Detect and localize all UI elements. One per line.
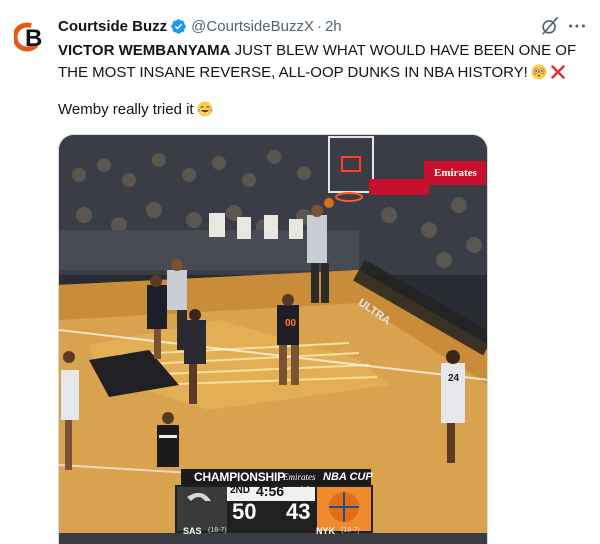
scorebug-shot-clock: :19 bbox=[296, 485, 312, 497]
verified-badge-icon[interactable] bbox=[170, 18, 187, 35]
tweet-text-bold: VICTOR WEMBANYAMA bbox=[58, 42, 231, 59]
cross-mark-icon bbox=[550, 64, 566, 80]
separator-dot: · bbox=[316, 17, 322, 35]
tweet-text-rest: JUST BLEW WHAT WOULD HAVE BEEN ONE OF bbox=[230, 42, 577, 59]
timestamp[interactable]: 2h bbox=[325, 18, 342, 35]
tweet-text-line-2: THE MOST INSANE REVERSE, ALL-OOP DUNKS I… bbox=[58, 62, 588, 84]
jersey-number-00: 00 bbox=[285, 318, 297, 329]
avatar[interactable]: B bbox=[14, 20, 48, 54]
scorebug-sponsor: Emirates bbox=[283, 472, 316, 482]
tweet-text-line-1: VICTOR WEMBANYAMA JUST BLEW WHAT WOULD H… bbox=[58, 40, 588, 62]
tears-of-joy-icon bbox=[197, 101, 213, 117]
tweet: B Courtside Buzz @CourtsideBuzzX · 2h VI… bbox=[0, 0, 600, 544]
tweet-header: Courtside Buzz @CourtsideBuzzX · 2h bbox=[58, 15, 342, 37]
jersey-number-24: 24 bbox=[448, 373, 460, 384]
scorebug-team-nyk: NYK bbox=[316, 526, 336, 536]
tweet-text-line-2-body: THE MOST INSANE REVERSE, ALL-OOP DUNKS I… bbox=[58, 64, 528, 81]
tweet-text: VICTOR WEMBANYAMA JUST BLEW WHAT WOULD H… bbox=[58, 40, 588, 84]
avatar-letter: B bbox=[25, 25, 42, 52]
emirates-sign: Emirates bbox=[434, 167, 477, 179]
scorebug-clock: 4:56 bbox=[256, 483, 285, 499]
display-name[interactable]: Courtside Buzz bbox=[58, 18, 167, 35]
scorebug-record-nyk: (18-7) bbox=[341, 527, 360, 534]
courtside-buzz-logo-icon: B bbox=[14, 22, 42, 52]
tweet-second-line-text: Wemby really tried it bbox=[58, 101, 194, 118]
more-icon[interactable] bbox=[566, 15, 588, 37]
handle[interactable]: @CourtsideBuzzX bbox=[191, 18, 314, 35]
tweet-second-line: Wemby really tried it bbox=[58, 99, 213, 121]
grok-icon[interactable] bbox=[539, 15, 561, 37]
scorebug-title: CHAMPIONSHIP bbox=[194, 470, 285, 484]
scorebug-team-sas: SAS bbox=[183, 526, 202, 536]
scorebug-score-sas: 50 bbox=[232, 499, 257, 524]
flushed-face-icon bbox=[531, 64, 547, 80]
scorebug-record-sas: (18-7) bbox=[208, 527, 227, 534]
scorebug-score-nyk: 43 bbox=[286, 499, 311, 524]
scorebug-cup: NBA CUP bbox=[323, 471, 373, 483]
scorebug-quarter: 2ND bbox=[230, 485, 251, 496]
